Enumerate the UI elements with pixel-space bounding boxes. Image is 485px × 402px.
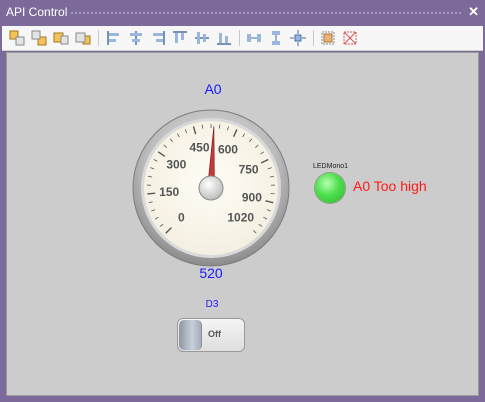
analog-gauge[interactable]: 0 150 300450 600750 900 1020 <box>131 108 291 268</box>
design-canvas: A0 0 150 300 450 600 750 900 1020 520 LE… <box>6 52 479 396</box>
toggle-switch-state-label: Off <box>208 329 221 339</box>
window-title: API Control <box>6 5 68 19</box>
gauge-value-readout: 520 <box>199 265 223 281</box>
space-horizontal-icon[interactable] <box>245 29 263 47</box>
gauge-tick-label: 600 <box>218 143 238 157</box>
gauge-hub <box>198 175 224 201</box>
send-to-back-icon[interactable] <box>30 29 48 47</box>
send-backward-icon[interactable] <box>74 29 92 47</box>
gauge-tick <box>201 124 204 129</box>
gauge-tick-label: 750 <box>239 162 259 176</box>
toolbar-separator <box>98 30 99 46</box>
led-indicator[interactable] <box>315 173 345 203</box>
gauge-title: A0 <box>204 81 222 97</box>
align-middle-icon[interactable] <box>193 29 211 47</box>
align-right-icon[interactable] <box>149 29 167 47</box>
align-bottom-icon[interactable] <box>215 29 233 47</box>
close-icon[interactable]: ✕ <box>468 4 479 20</box>
toolbar-separator <box>313 30 314 46</box>
gauge-tick <box>147 192 156 195</box>
layout-toolbar <box>2 26 483 51</box>
bring-to-front-icon[interactable] <box>8 29 26 47</box>
gauge-tick-label: 150 <box>159 185 179 199</box>
gauge-tick-label: 1020 <box>227 211 254 225</box>
size-to-grid-icon[interactable] <box>319 29 337 47</box>
align-top-icon[interactable] <box>171 29 189 47</box>
align-center-icon[interactable] <box>127 29 145 47</box>
space-vertical-icon[interactable] <box>267 29 285 47</box>
gauge-tick-label: 450 <box>189 141 209 155</box>
align-left-icon[interactable] <box>105 29 123 47</box>
toggle-switch[interactable]: Off <box>177 318 245 352</box>
title-bar-grip <box>70 11 463 16</box>
center-in-form-icon[interactable] <box>289 29 307 47</box>
led-status-text: A0 Too high <box>353 178 427 194</box>
gauge-tick-label: 300 <box>166 157 186 171</box>
led-caption: LEDMono1 <box>313 163 349 170</box>
switch-title: D3 <box>205 299 219 310</box>
gauge-tick-label: 0 <box>178 211 185 225</box>
bring-forward-icon[interactable] <box>52 29 70 47</box>
toolbar-separator <box>239 30 240 46</box>
title-bar: API Control ✕ <box>0 0 485 26</box>
gauge-tick <box>218 124 221 129</box>
api-control-window: API Control ✕ A0 0 150 300 450 600 750 9… <box>0 0 485 402</box>
snap-to-grid-icon[interactable] <box>341 29 359 47</box>
toggle-switch-knob[interactable] <box>179 320 202 350</box>
gauge-tick-label: 900 <box>242 191 262 205</box>
